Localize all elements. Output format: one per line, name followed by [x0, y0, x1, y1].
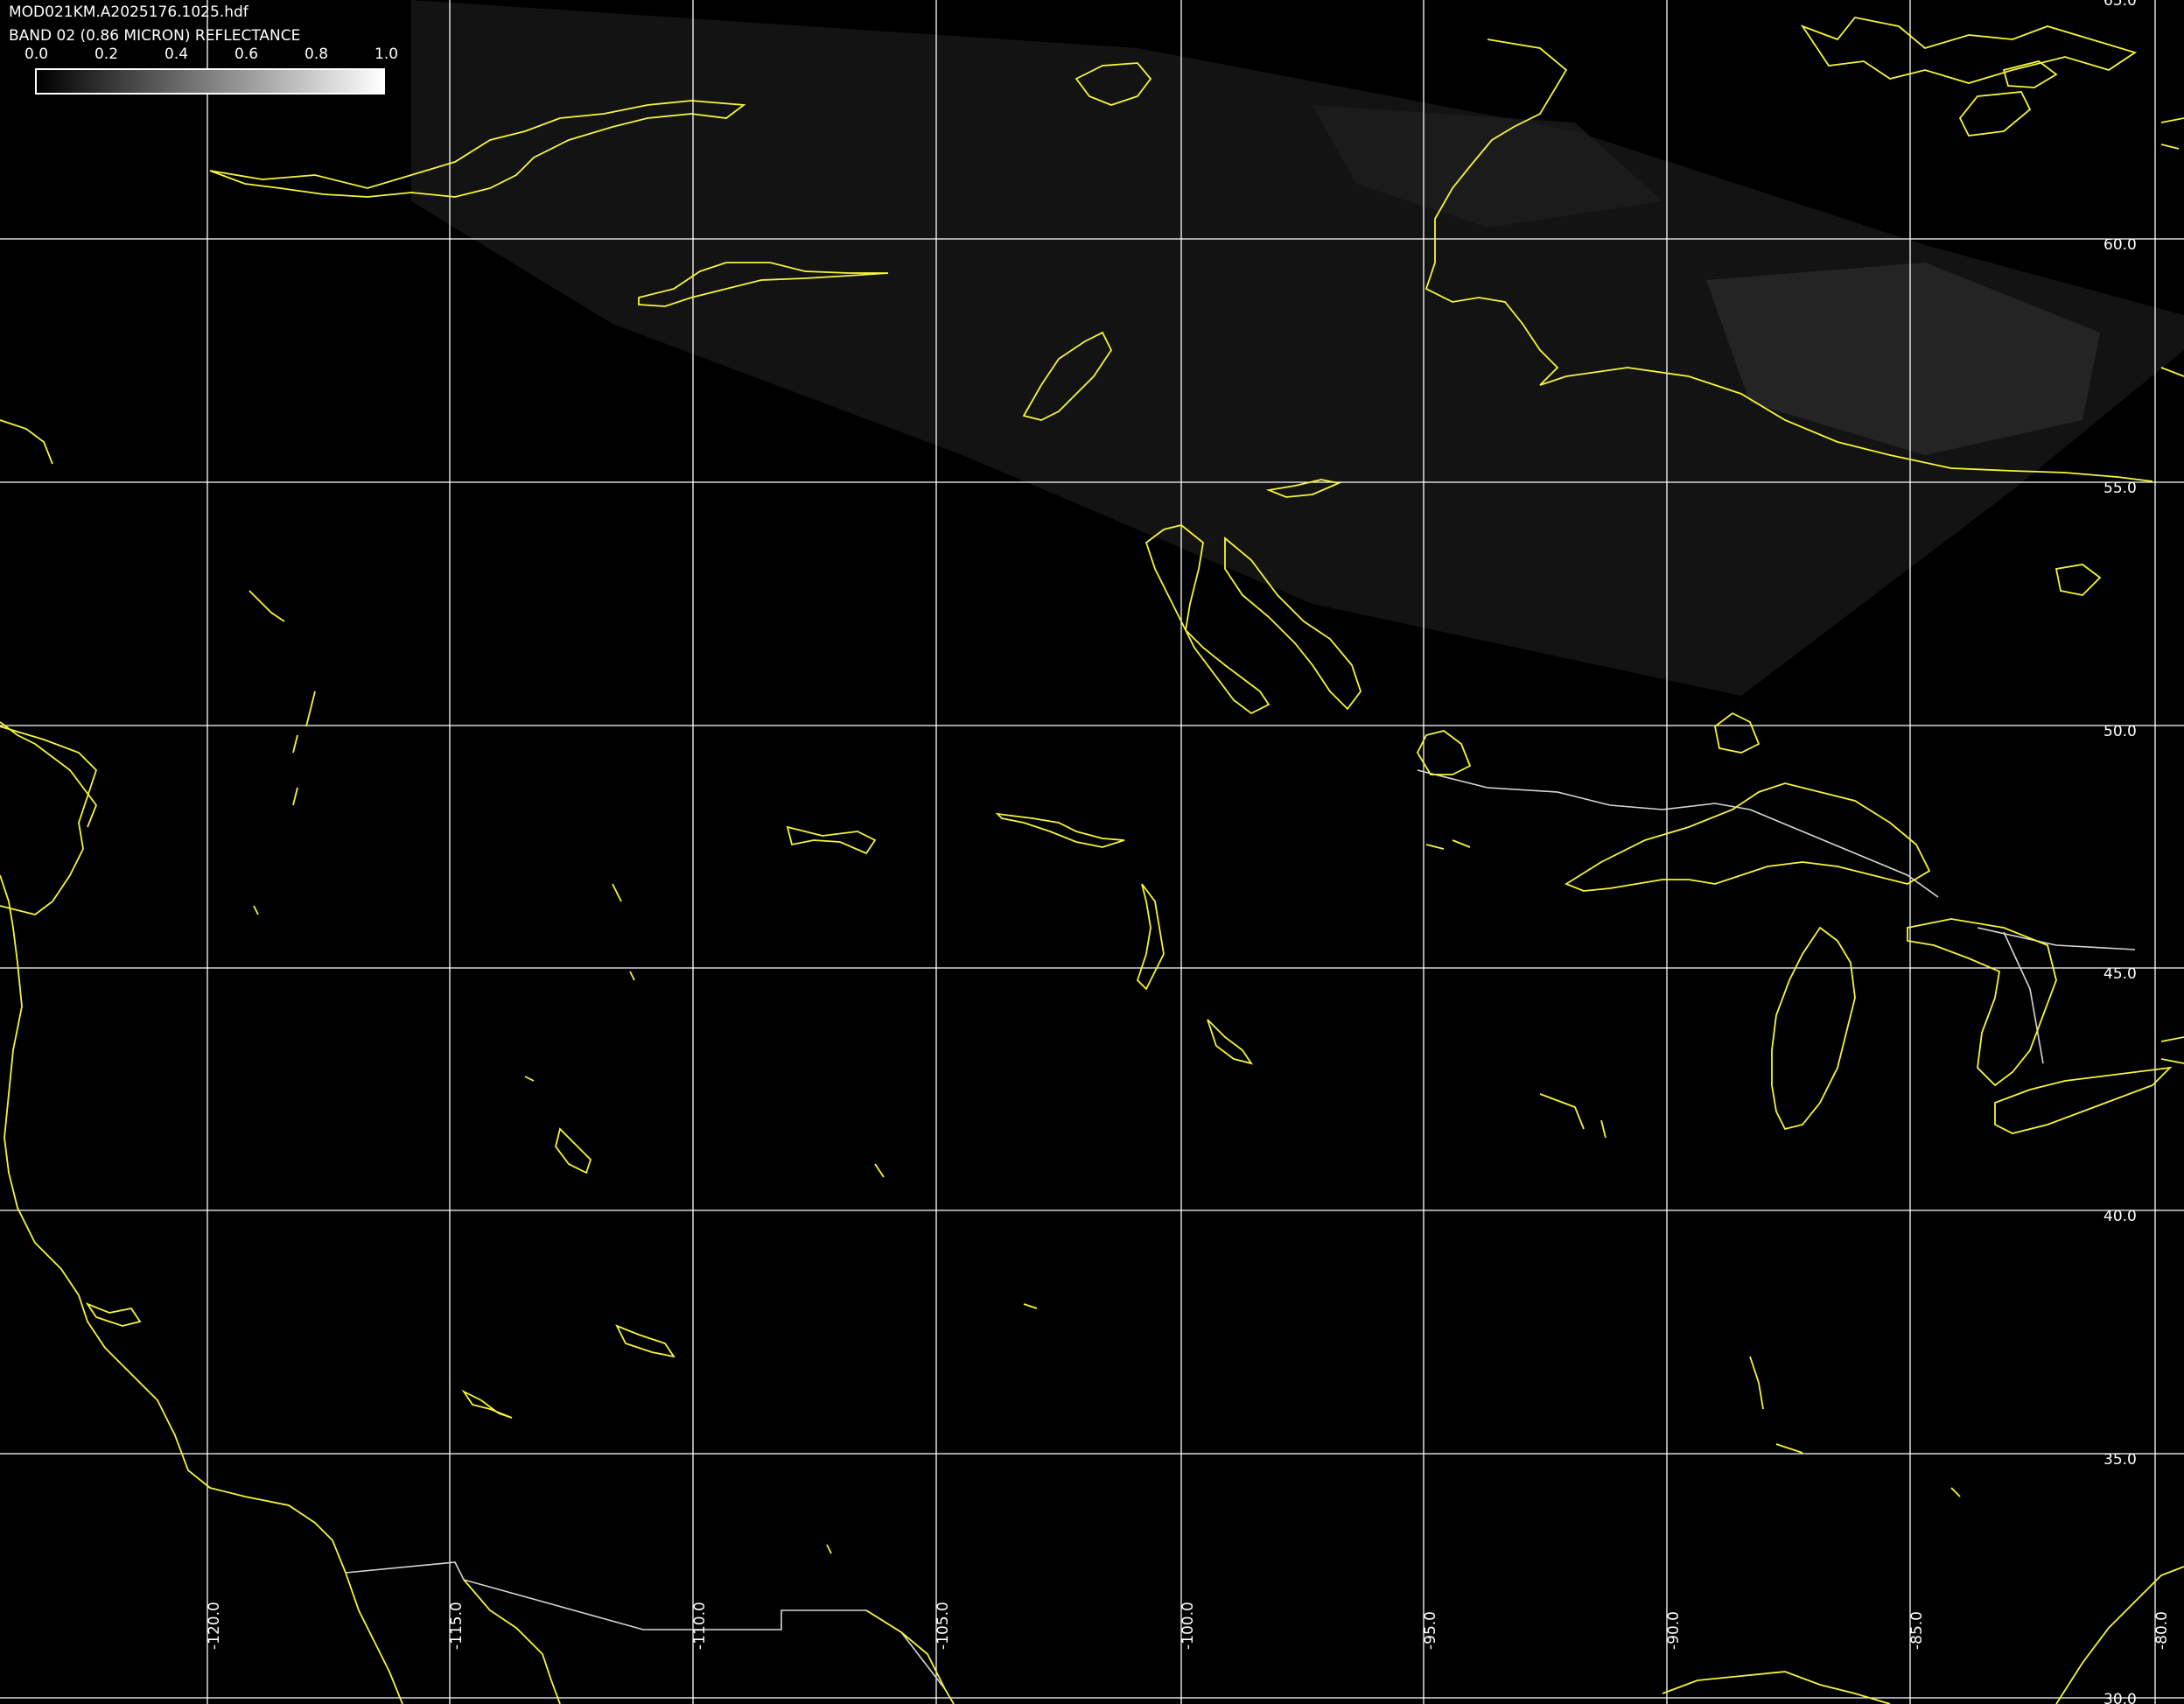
longitude-label: -100.0 [1180, 1602, 1197, 1650]
colorbar-tick-label: 0.2 [94, 46, 119, 63]
longitude-label: -120.0 [206, 1602, 223, 1650]
latitude-label: 65.0 [2104, 0, 2137, 10]
longitude-label: -90.0 [1665, 1611, 1683, 1650]
longitude-label: -85.0 [1908, 1611, 1926, 1650]
colorbar-tick-label: 0.8 [304, 46, 329, 63]
latitude-label: 45.0 [2104, 965, 2137, 983]
longitude-label: -80.0 [2153, 1611, 2171, 1650]
longitude-label: -105.0 [934, 1602, 952, 1650]
colorbar-tick-label: 0.6 [234, 46, 259, 63]
longitude-label: -95.0 [1422, 1611, 1439, 1650]
reflectance-colorbar [35, 68, 385, 95]
colorbar-tick-label: 0.0 [24, 46, 49, 63]
colorbar-tick-label: 0.4 [164, 46, 189, 63]
filename-label: MOD021KM.A2025176.1025.hdf [9, 4, 248, 21]
colorbar-tick-label: 1.0 [374, 46, 399, 63]
latitude-label: 60.0 [2104, 236, 2137, 254]
satellite-map[interactable]: 65.0 60.0 55.0 50.0 45.0 40.0 35.0 30.0 … [0, 0, 2184, 1704]
latitude-label: 55.0 [2104, 480, 2137, 497]
band-label: BAND 02 (0.86 MICRON) REFLECTANCE [9, 27, 301, 45]
latitude-label: 50.0 [2104, 723, 2137, 740]
longitude-label: -115.0 [448, 1602, 466, 1650]
latitude-label: 35.0 [2104, 1451, 2137, 1469]
latitude-label: 40.0 [2104, 1208, 2137, 1225]
longitude-label: -110.0 [691, 1602, 709, 1650]
latitude-label: 30.0 [2104, 1691, 2137, 1704]
